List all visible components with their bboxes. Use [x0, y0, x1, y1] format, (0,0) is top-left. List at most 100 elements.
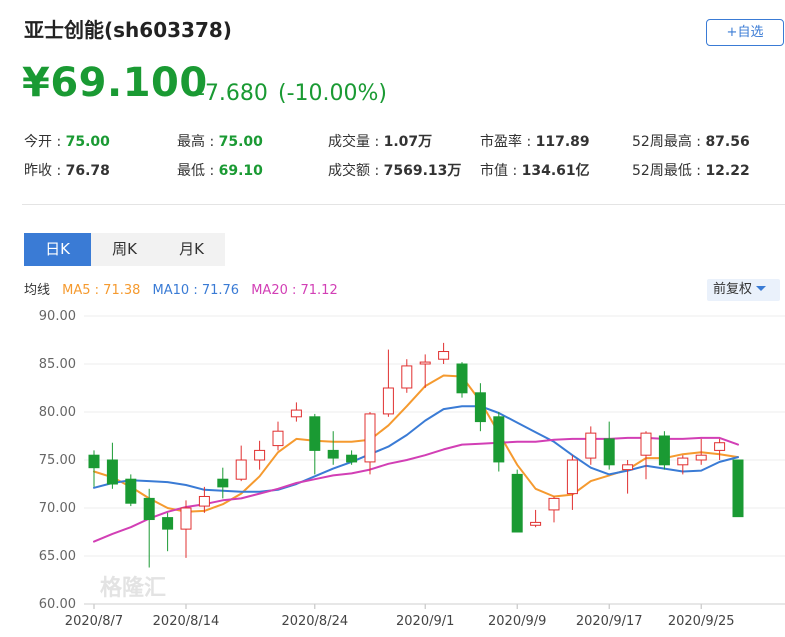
candle-body [309, 416, 321, 451]
candle-up [235, 445, 247, 482]
candle-body [548, 497, 560, 511]
ma-legend-label: 均线 [24, 283, 51, 298]
candle-body [640, 432, 652, 456]
stat-prev-close: 昨收 : 76.78 [24, 160, 110, 180]
adjust-select[interactable]: 前复权 [707, 279, 780, 301]
section-divider [22, 204, 785, 205]
current-price: ¥69.100 [22, 60, 208, 106]
candle-body [162, 517, 174, 530]
x-axis-labels: 2020/8/7 2020/8/14 2020/8/24 2020/9/1 2020/9… [65, 614, 735, 629]
candle-body [143, 497, 155, 521]
stat-market-cap-value: 134.61亿 [521, 163, 590, 179]
candle-up [382, 349, 394, 417]
candle-down [511, 469, 523, 533]
candle-body [364, 413, 376, 463]
y-tick-label: 65.00 [39, 549, 76, 564]
watermark: 格隆汇 [100, 575, 166, 601]
x-tick-label: 2020/9/1 [396, 614, 454, 629]
candle-up [530, 509, 542, 528]
candle-body [198, 495, 210, 507]
candle-up [585, 426, 597, 465]
candle-body [88, 454, 100, 469]
y-tick-label: 90.00 [39, 309, 76, 324]
y-tick-label: 85.00 [39, 357, 76, 372]
stat-prev-close-label: 昨收 : [24, 163, 62, 179]
candles [88, 342, 744, 568]
candle-body [106, 459, 118, 485]
stat-market-cap: 市值 : 134.61亿 [480, 160, 590, 180]
add-watchlist-button[interactable]: +自选 [706, 19, 784, 46]
ma20-legend: MA20 : 71.12 [251, 283, 338, 298]
x-tick-label: 2020/8/14 [153, 614, 220, 629]
y-tick-label: 60.00 [39, 597, 76, 612]
candle-down [456, 362, 468, 398]
candle-down [493, 412, 505, 472]
candle-body [732, 459, 744, 518]
y-tick-label: 80.00 [39, 405, 76, 420]
candle-body [180, 507, 192, 530]
caret-down-icon [756, 286, 767, 291]
candle-body [346, 454, 358, 463]
stat-high: 最高 : 75.00 [177, 131, 263, 151]
candle-body [493, 416, 505, 463]
x-tick-label: 2020/9/9 [488, 614, 546, 629]
ma5-legend: MA5 : 71.38 [62, 283, 141, 298]
candle-body [622, 464, 634, 471]
candle-body [401, 365, 413, 389]
stat-52w-low-value: 12.22 [705, 163, 750, 179]
stat-open-value: 75.00 [65, 134, 110, 150]
candle-body [125, 478, 137, 504]
tab-monthly-k[interactable]: 月K [158, 233, 225, 266]
stat-open-label: 今开 : [24, 134, 62, 150]
tab-daily-k[interactable]: 日K [24, 233, 91, 266]
stat-high-label: 最高 : [177, 134, 215, 150]
price-change: -7.680 [197, 81, 268, 106]
candle-body [695, 454, 707, 461]
stock-title: 亚士创能(sh603378) [24, 18, 232, 42]
adjust-select-value: 前复权 [713, 282, 753, 297]
candle-down [106, 442, 118, 489]
candle-up [272, 421, 284, 451]
candle-body [382, 387, 394, 415]
candle-body [511, 473, 523, 533]
candle-body [254, 449, 266, 461]
candle-down [658, 431, 670, 470]
stat-low: 最低 : 69.10 [177, 160, 263, 180]
kline-chart: 90.0085.0080.0075.0070.0065.0060.00 格隆汇 … [39, 309, 785, 629]
candle-up [180, 500, 192, 558]
stat-volume-value: 1.07万 [383, 134, 433, 150]
x-tick-label: 2020/8/24 [281, 614, 348, 629]
ma-legend: 均线 MA5 : 71.38 MA10 : 71.76 MA20 : 71.12 [24, 279, 346, 298]
candle-down [88, 450, 100, 487]
stat-pe: 市盈率 : 117.89 [480, 131, 590, 151]
candle-up [622, 460, 634, 494]
candle-body [677, 457, 689, 466]
y-tick-label: 70.00 [39, 501, 76, 516]
candle-up [548, 496, 560, 523]
candle-up [640, 431, 652, 480]
stat-volume-label: 成交量 : [328, 134, 380, 150]
x-tick-label: 2020/8/7 [65, 614, 123, 629]
stat-low-label: 最低 : [177, 163, 215, 179]
candle-body [566, 459, 578, 495]
candle-down [603, 421, 615, 470]
ma10-legend: MA10 : 71.76 [152, 283, 240, 298]
stat-52w-low-label: 52周最低 : [632, 163, 701, 179]
candle-body [327, 449, 339, 459]
candle-up [438, 342, 450, 364]
candle-body [217, 478, 229, 488]
stat-amount-label: 成交额 : [328, 163, 380, 179]
x-tick-label: 2020/9/25 [668, 614, 735, 629]
candle-down [474, 383, 486, 432]
stat-low-value: 69.10 [218, 163, 263, 179]
stat-open: 今开 : 75.00 [24, 131, 110, 151]
candle-body [235, 459, 247, 480]
x-tick-label: 2020/9/17 [576, 614, 643, 629]
tab-weekly-k[interactable]: 周K [91, 233, 158, 266]
stat-52w-low: 52周最低 : 12.22 [632, 160, 750, 180]
stat-amount-value: 7569.13万 [383, 163, 462, 179]
stat-pe-label: 市盈率 : [480, 134, 532, 150]
candle-up [566, 455, 578, 510]
candle-body [272, 430, 284, 447]
candle-body [714, 442, 726, 451]
